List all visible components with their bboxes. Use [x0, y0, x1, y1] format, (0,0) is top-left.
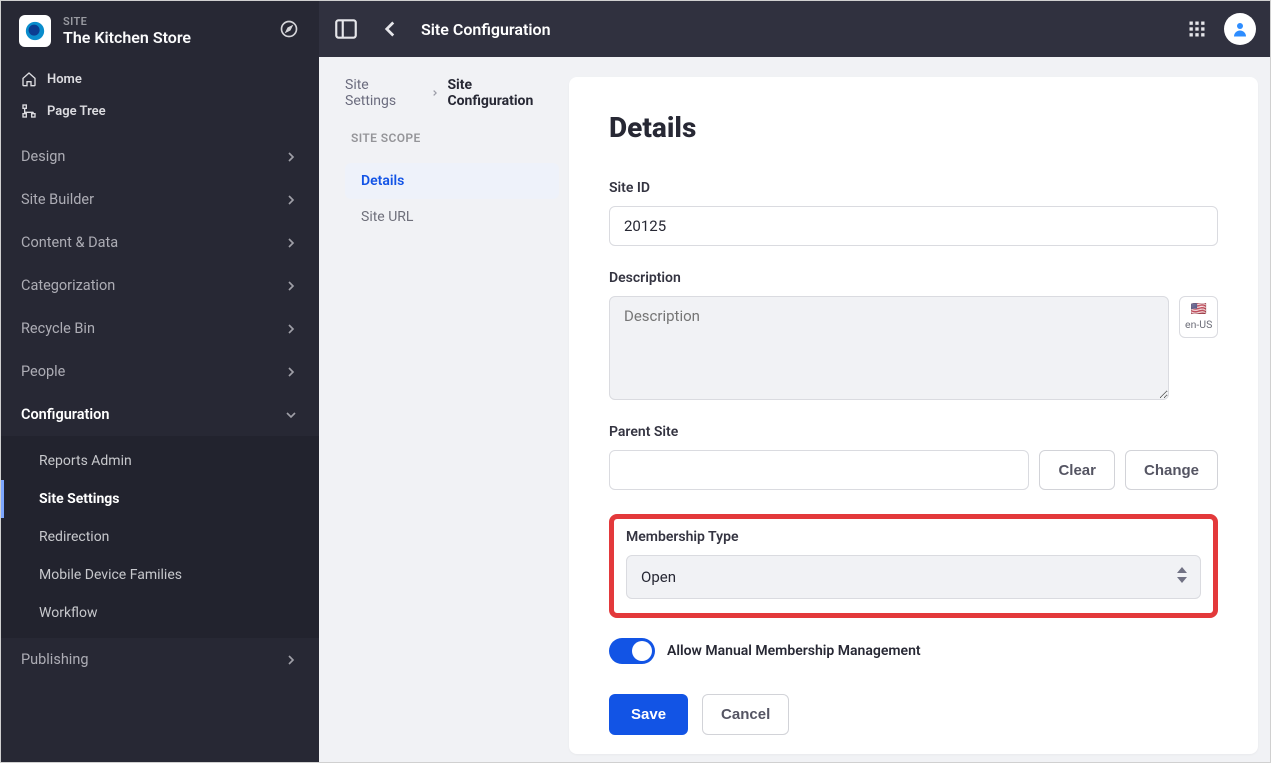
- breadcrumb-parent[interactable]: Site Settings: [345, 77, 422, 109]
- sidebar-label: SITE: [63, 15, 191, 28]
- chevron-right-icon: [283, 149, 299, 165]
- chevron-right-icon: [283, 278, 299, 294]
- parentsite-input[interactable]: [609, 450, 1029, 490]
- description-textarea[interactable]: [609, 296, 1169, 400]
- panel-icon: [333, 16, 359, 42]
- grid-icon: [1187, 19, 1207, 39]
- chevron-right-icon: [283, 652, 299, 668]
- membership-highlight: Membership Type Open: [609, 514, 1218, 618]
- nav-label: Recycle Bin: [21, 320, 95, 337]
- chevron-right-icon: [283, 364, 299, 380]
- left-column: Site Settings Site Configuration SITE SC…: [319, 57, 569, 762]
- membership-label: Membership Type: [626, 529, 1201, 545]
- user-icon: [1231, 20, 1249, 38]
- field-description: Description 🇺🇸 en-US: [609, 270, 1218, 400]
- flag-icon: 🇺🇸: [1191, 303, 1207, 316]
- chevron-left-icon: [377, 16, 403, 42]
- change-button[interactable]: Change: [1125, 450, 1218, 490]
- pagetree-label: Page Tree: [47, 104, 106, 119]
- breadcrumb-current: Site Configuration: [447, 77, 559, 109]
- field-parentsite: Parent Site Clear Change: [609, 424, 1218, 490]
- sidebar-item-contentdata[interactable]: Content & Data: [1, 221, 319, 264]
- field-siteid: Site ID: [609, 180, 1218, 246]
- scope-heading: SITE SCOPE: [345, 131, 559, 145]
- sidebar-nav: Design Site Builder Content & Data Categ…: [1, 135, 319, 681]
- sidebar-sub-configuration: Reports Admin Site Settings Redirection …: [1, 436, 319, 638]
- details-panel: Details Site ID Description 🇺🇸 en-US: [569, 77, 1258, 754]
- sidebar-top-links: Home Page Tree: [1, 59, 319, 135]
- toggle-knob: [632, 641, 652, 661]
- back-button[interactable]: [377, 16, 403, 42]
- main: Site Configuration: [319, 1, 1270, 762]
- sidebar-item-design[interactable]: Design: [1, 135, 319, 178]
- sidebar-item-categorization[interactable]: Categorization: [1, 264, 319, 307]
- nav-label: Categorization: [21, 277, 115, 294]
- nav-label: Content & Data: [21, 234, 118, 251]
- manual-membership-toggle[interactable]: [609, 638, 655, 664]
- home-label: Home: [47, 72, 82, 87]
- clear-button[interactable]: Clear: [1039, 450, 1115, 490]
- sidebar-item-configuration[interactable]: Configuration: [1, 393, 319, 436]
- page-title: Site Configuration: [421, 20, 551, 39]
- cancel-button[interactable]: Cancel: [702, 694, 789, 735]
- sidebar-link-home[interactable]: Home: [1, 63, 319, 95]
- site-name[interactable]: The Kitchen Store: [63, 28, 191, 47]
- description-label: Description: [609, 270, 1218, 286]
- membership-select[interactable]: Open: [627, 556, 1200, 598]
- chevron-right-icon: [283, 192, 299, 208]
- sidebar-title-block: SITE The Kitchen Store: [63, 15, 191, 47]
- locale-code: en-US: [1185, 318, 1212, 331]
- sidebar-item-sitebuilder[interactable]: Site Builder: [1, 178, 319, 221]
- compass-icon: [279, 19, 299, 39]
- compass-button[interactable]: [279, 19, 299, 39]
- nav-label: Publishing: [21, 651, 88, 668]
- tree-icon: [21, 103, 37, 119]
- home-icon: [21, 71, 37, 87]
- siteid-input[interactable]: [609, 206, 1218, 246]
- sidebar-sub-redirection[interactable]: Redirection: [1, 518, 319, 556]
- chevron-right-icon: [283, 235, 299, 251]
- sidebar-sub-reportsadmin[interactable]: Reports Admin: [1, 442, 319, 480]
- sidebar-sub-workflow[interactable]: Workflow: [1, 594, 319, 632]
- nav-label: People: [21, 363, 65, 380]
- chevron-right-icon: [283, 321, 299, 337]
- nav-label: Design: [21, 148, 65, 165]
- save-button[interactable]: Save: [609, 694, 688, 735]
- sidebar-item-publishing[interactable]: Publishing: [1, 638, 319, 681]
- nav-label: Site Builder: [21, 191, 94, 208]
- field-toggle: Allow Manual Membership Management: [609, 638, 1218, 664]
- apps-grid-button[interactable]: [1184, 16, 1210, 42]
- nav-label: Configuration: [21, 406, 110, 423]
- sidebar: SITE The Kitchen Store Home: [1, 1, 319, 762]
- panel-toggle-button[interactable]: [333, 16, 359, 42]
- avatar[interactable]: [1224, 13, 1256, 45]
- logo-icon: [24, 20, 46, 42]
- topbar: Site Configuration: [319, 1, 1270, 57]
- siteid-label: Site ID: [609, 180, 1218, 196]
- sidebar-sub-mobiledevice[interactable]: Mobile Device Families: [1, 556, 319, 594]
- locale-selector[interactable]: 🇺🇸 en-US: [1179, 296, 1218, 338]
- sidebar-link-pagetree[interactable]: Page Tree: [1, 95, 319, 127]
- breadcrumb: Site Settings Site Configuration: [345, 77, 559, 109]
- sidebar-item-people[interactable]: People: [1, 350, 319, 393]
- membership-select-wrap[interactable]: Open: [626, 555, 1201, 599]
- form-actions: Save Cancel: [609, 694, 1218, 735]
- chevron-right-icon: [430, 88, 440, 98]
- chevron-down-icon: [283, 407, 299, 423]
- sidebar-sub-sitesettings[interactable]: Site Settings: [1, 480, 319, 518]
- scope-item-siteurl[interactable]: Site URL: [345, 199, 559, 235]
- sidebar-header: SITE The Kitchen Store: [1, 1, 319, 59]
- scope-item-details[interactable]: Details: [345, 163, 559, 199]
- toggle-label: Allow Manual Membership Management: [667, 643, 921, 659]
- parentsite-label: Parent Site: [609, 424, 1218, 440]
- site-logo[interactable]: [19, 15, 51, 47]
- sidebar-item-recyclebin[interactable]: Recycle Bin: [1, 307, 319, 350]
- panel-heading: Details: [609, 111, 1218, 144]
